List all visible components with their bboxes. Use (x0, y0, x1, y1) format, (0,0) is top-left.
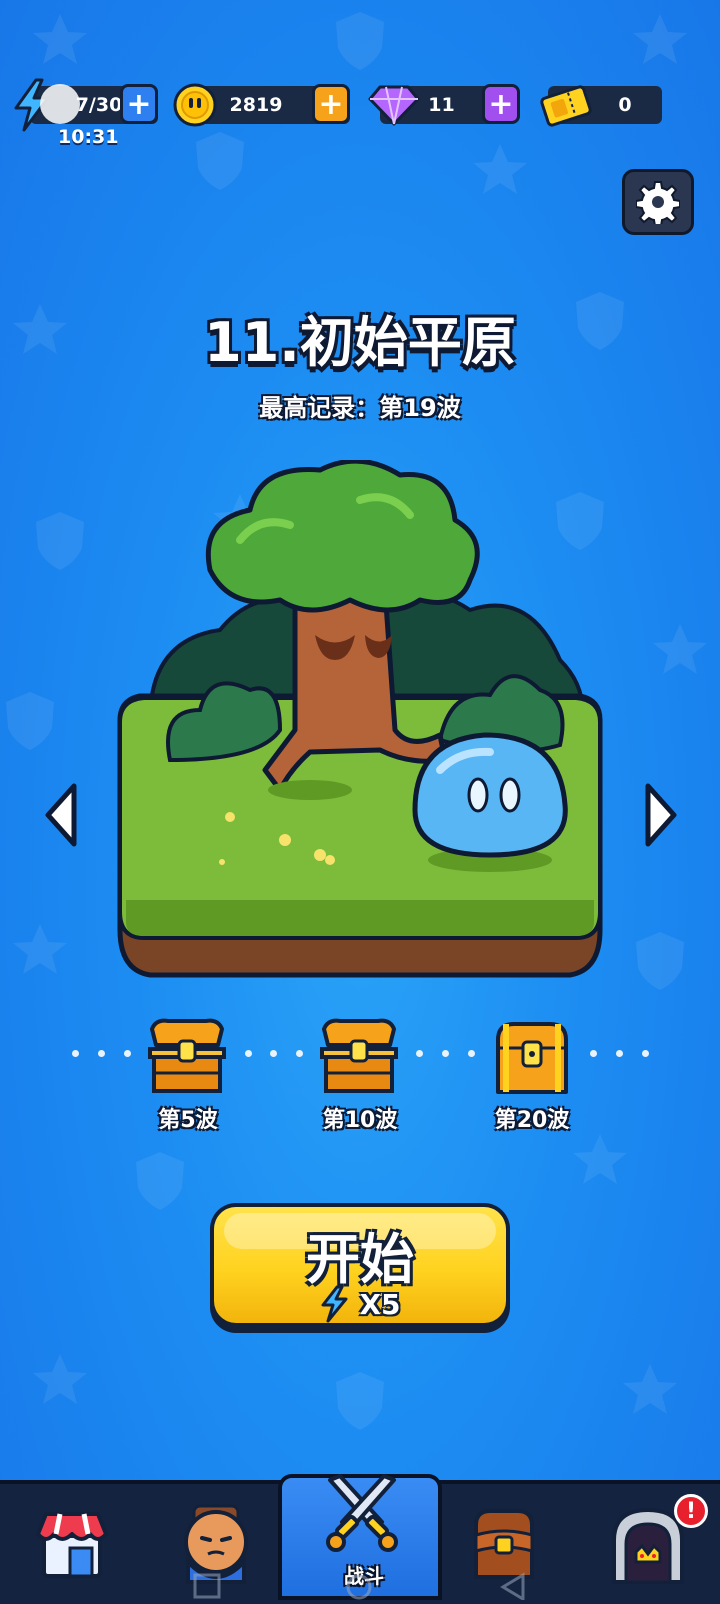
system-circle-icon[interactable] (344, 1572, 374, 1600)
start-cost-value: X5 (359, 1287, 401, 1321)
lightning-icon (321, 1285, 348, 1323)
system-back-icon[interactable] (498, 1572, 528, 1600)
battle-swords-icon (326, 1474, 398, 1552)
progress-dot (245, 1050, 252, 1057)
ticket-icon (540, 85, 592, 127)
start-button[interactable]: 开始 X5 (210, 1203, 510, 1333)
start-label: 开始 (306, 1228, 414, 1291)
notification-badge: ! (674, 1494, 708, 1528)
progress-dot (442, 1050, 449, 1057)
gear-icon (636, 181, 680, 224)
level-title: 11.初始平原 (204, 311, 516, 374)
system-home-square-icon[interactable] (192, 1572, 222, 1600)
chest-closed-icon[interactable] (492, 1018, 572, 1098)
progress-dot (642, 1050, 649, 1057)
chest-open-icon[interactable] (318, 1015, 400, 1097)
reward-wave-label: 第20波 (494, 1108, 570, 1133)
add-gems-button[interactable]: + (482, 84, 520, 124)
chest-open-icon[interactable] (146, 1015, 228, 1097)
previous-level-arrow[interactable] (42, 780, 82, 850)
start-cost: X5 (214, 1285, 506, 1323)
reward-wave-label: 第5波 (158, 1108, 218, 1133)
nav-tab-shop[interactable] (0, 1484, 144, 1604)
add-energy-button[interactable]: + (120, 84, 158, 124)
level-scene-illustration[interactable] (110, 460, 610, 985)
coin-icon (173, 83, 217, 127)
add-coins-button[interactable]: + (312, 84, 350, 124)
progress-dot (616, 1050, 623, 1057)
gem-icon (368, 85, 420, 126)
progress-dot (296, 1050, 303, 1057)
reward-wave-label: 第10波 (322, 1108, 398, 1133)
progress-dot (270, 1050, 277, 1057)
energy-timer: 10:31 (58, 126, 119, 148)
progress-dot (416, 1050, 423, 1057)
start-button-face: 开始 X5 (214, 1207, 506, 1323)
settings-button[interactable] (622, 169, 694, 235)
progress-dot (124, 1050, 131, 1057)
profile-overlay-circle (40, 84, 80, 124)
best-record: 最高记录：第19波 (259, 394, 461, 422)
progress-dot (72, 1050, 79, 1057)
progress-dot (590, 1050, 597, 1057)
progress-dot (468, 1050, 475, 1057)
progress-dot (98, 1050, 105, 1057)
shop-icon (36, 1512, 108, 1578)
next-level-arrow[interactable] (640, 780, 680, 850)
